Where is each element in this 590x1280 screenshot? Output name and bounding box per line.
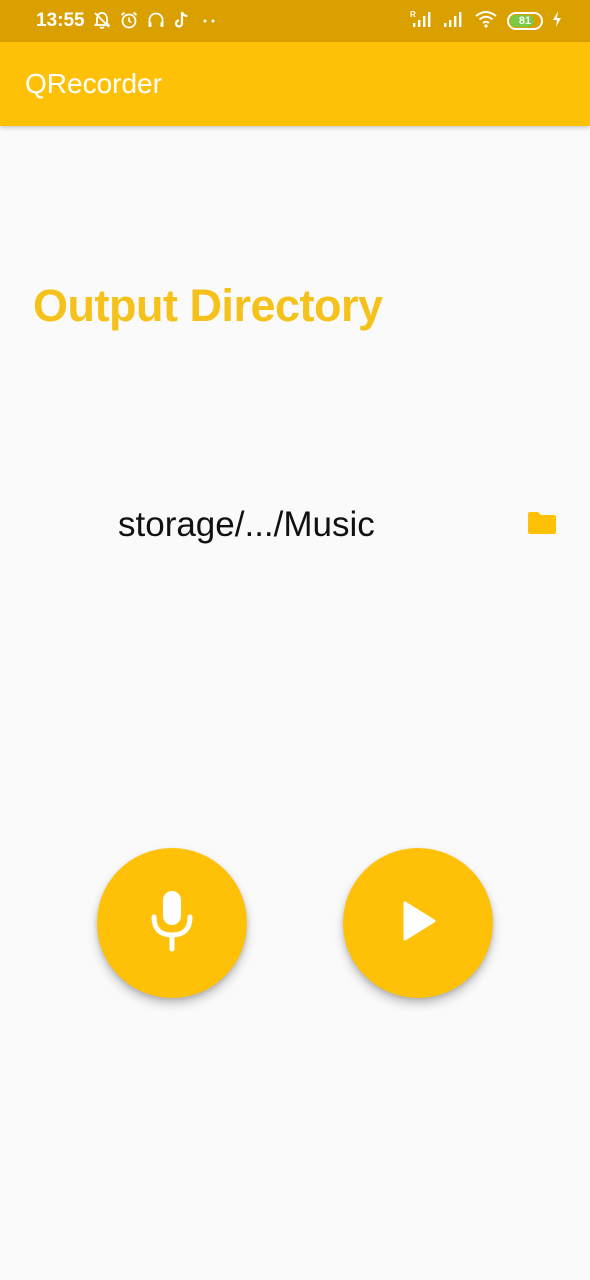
app-title: QRecorder (25, 68, 162, 99)
tiktok-icon (173, 10, 191, 35)
status-icons-right: R 81 (410, 10, 562, 32)
output-directory-heading: Output Directory (33, 280, 383, 331)
svg-text:R: R (410, 10, 416, 19)
more-dots-icon (198, 10, 220, 35)
battery-icon: 81 (507, 12, 543, 30)
signal-r-icon: R (410, 9, 434, 34)
headphones-icon (146, 10, 166, 35)
wifi-icon (474, 9, 498, 34)
play-button[interactable] (343, 848, 493, 998)
status-icons-left (92, 11, 220, 33)
status-time: 13:55 (36, 10, 85, 31)
record-button[interactable] (97, 848, 247, 998)
choose-folder-button[interactable] (522, 508, 562, 542)
charging-icon (552, 10, 562, 33)
battery-level: 81 (518, 15, 532, 27)
screen: 13:55 R 81 QRecorder Output Directory st… (0, 0, 590, 1280)
alarm-clock-icon (119, 10, 139, 35)
no-alarm-icon (92, 10, 112, 35)
folder-icon (526, 510, 558, 541)
output-path-text: storage/.../Music (118, 505, 375, 544)
play-icon (396, 899, 440, 948)
status-bar: 13:55 R 81 (0, 0, 590, 42)
signal-icon (443, 9, 465, 34)
app-bar: QRecorder (0, 42, 590, 126)
microphone-icon (148, 889, 196, 958)
